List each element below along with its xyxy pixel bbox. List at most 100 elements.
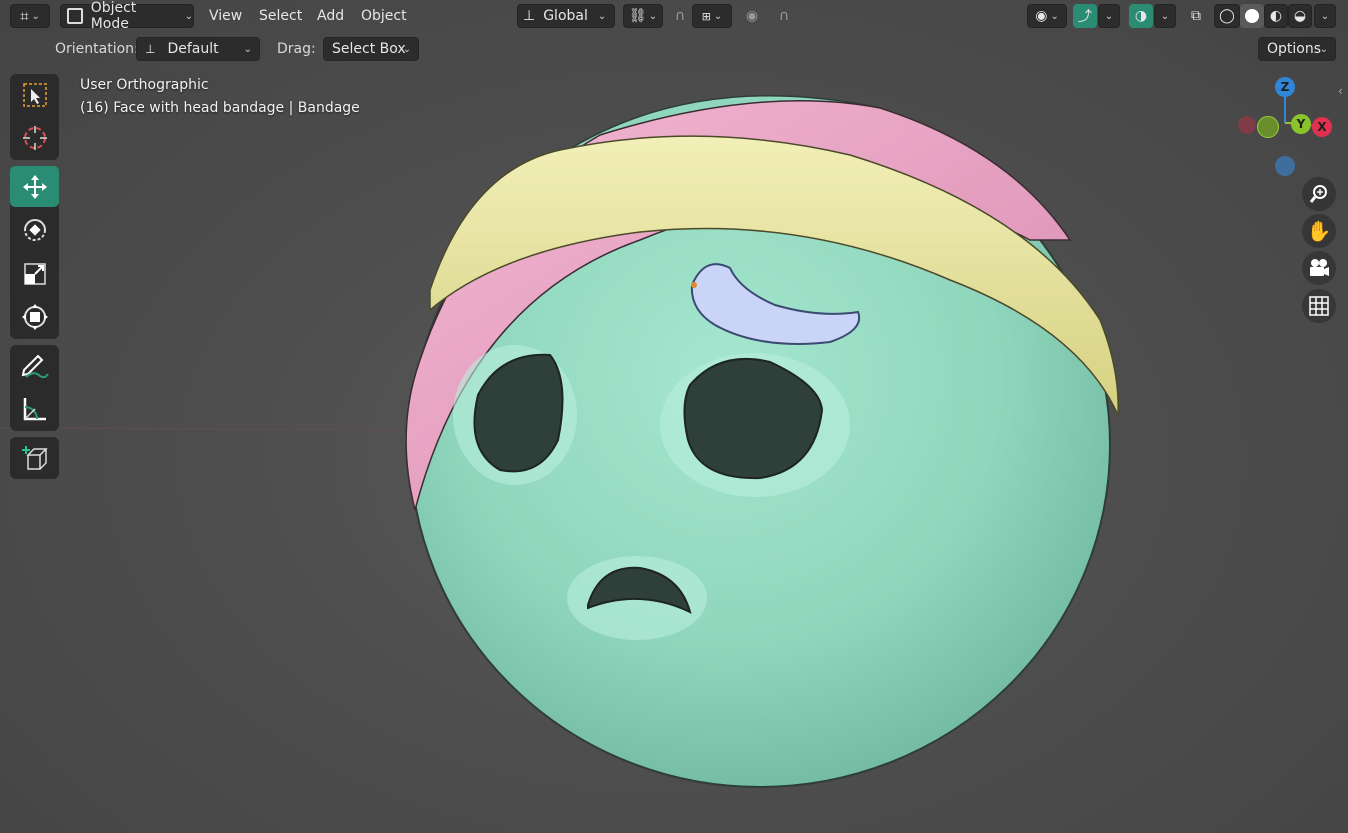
ortho-toggle-button[interactable]: [1302, 289, 1336, 323]
view-name-text: User Orthographic: [80, 77, 209, 93]
select-box-tool[interactable]: [10, 74, 59, 115]
gizmo-x-dot[interactable]: X: [1312, 117, 1332, 137]
select-box-tool-icon: [22, 82, 47, 107]
solid-sphere-icon: [1245, 9, 1259, 23]
orientation-label: Global: [543, 8, 588, 24]
chevron-down-icon: ⌄: [1319, 43, 1328, 55]
editor-type-button[interactable]: ⌗ ⌄: [10, 4, 50, 28]
rotate-tool-icon: [23, 218, 46, 241]
transform-tool[interactable]: [10, 296, 59, 337]
add-cube-tool-icon: [21, 445, 48, 470]
menu-view[interactable]: View: [209, 4, 242, 28]
gizmo-y-label: Y: [1296, 117, 1306, 131]
falloff-dropdown[interactable]: ∩: [766, 4, 802, 28]
chevron-down-icon: ⌄: [1104, 10, 1114, 22]
drag-setting-label: Drag:: [277, 41, 316, 57]
chevron-down-icon: ⌄: [31, 10, 40, 22]
pivot-point-dropdown[interactable]: ⛓ ⌄: [623, 4, 663, 28]
camera-icon: [1310, 259, 1329, 276]
zoom-view-button[interactable]: [1302, 177, 1336, 211]
mode-label: Object Mode: [90, 0, 137, 32]
chevron-down-icon: ⌄: [184, 10, 193, 22]
gizmo-neg-x-dot[interactable]: [1238, 116, 1256, 134]
gizmo-neg-z-dot[interactable]: [1275, 156, 1295, 176]
shading-dropdown[interactable]: ⌄: [1314, 4, 1336, 28]
rotate-tool[interactable]: [10, 209, 59, 250]
xray-icon: ⧉: [1191, 8, 1201, 24]
overlays-dropdown[interactable]: ⌄: [1154, 4, 1176, 28]
shading-rendered-button[interactable]: ◒: [1288, 4, 1312, 28]
viewport-render: [0, 95, 1119, 788]
scale-tool[interactable]: [10, 253, 59, 294]
menu-select[interactable]: Select: [259, 4, 302, 28]
gizmo-z-dot[interactable]: Z: [1275, 77, 1295, 97]
transform-tool-icon: [21, 303, 48, 330]
object-mode-icon: [67, 8, 83, 24]
measure-tool[interactable]: [10, 388, 59, 429]
gizmo-z-label: Z: [1280, 80, 1290, 94]
chevron-down-icon: ⌄: [402, 43, 411, 55]
toolbar-select-group: [10, 74, 59, 160]
active-object-info: (16) Face with head bandage | Bandage: [80, 100, 360, 116]
overlays-toggle[interactable]: ◑: [1129, 4, 1153, 28]
gizmo-toggle[interactable]: ⤴: [1073, 4, 1097, 28]
overlays-icon: ◑: [1134, 8, 1148, 24]
shading-material-button[interactable]: ◐: [1264, 4, 1288, 28]
toolbar-annotate-group: [10, 345, 59, 431]
cursor-tool-icon: [22, 125, 47, 150]
chevron-down-icon: ⌄: [713, 10, 723, 22]
transform-orientation-dropdown[interactable]: ⊥ Global ⌄: [517, 4, 615, 28]
menu-add[interactable]: Add: [317, 4, 344, 28]
scale-tool-icon: [23, 262, 46, 285]
annotate-tool[interactable]: [10, 345, 59, 386]
move-tool[interactable]: [10, 166, 59, 207]
snap-increment-icon: ⊞: [701, 9, 711, 23]
magnet-icon: ∩: [674, 8, 686, 24]
sidebar-toggle-arrow-icon[interactable]: ‹: [1338, 84, 1343, 98]
pan-view-button[interactable]: ✋: [1302, 214, 1336, 248]
zoom-magnifier-icon: [1309, 185, 1327, 203]
chevron-down-icon: ⌄: [1160, 10, 1170, 22]
gizmo-neg-y-dot[interactable]: [1257, 116, 1279, 138]
grid-icon: [1309, 296, 1329, 316]
cursor-tool[interactable]: [10, 117, 59, 158]
gizmo-x-label: X: [1317, 120, 1327, 134]
camera-view-button[interactable]: [1302, 251, 1336, 285]
visibility-dropdown[interactable]: ◉ ⌄: [1027, 4, 1067, 28]
add-cube-tool[interactable]: [10, 437, 59, 478]
rendered-sphere-icon: ◒: [1293, 8, 1307, 24]
gizmo-dropdown[interactable]: ⌄: [1098, 4, 1120, 28]
mode-dropdown[interactable]: Object Mode ⌄: [60, 0, 194, 32]
orientation-axes-icon: ⊥: [145, 42, 156, 56]
editor-type-icon: ⌗: [20, 7, 29, 25]
snap-target-dropdown[interactable]: ⊞ ⌄: [692, 4, 732, 28]
eye-icon: ◉: [1035, 8, 1048, 24]
falloff-curve-icon: ∩: [778, 8, 790, 24]
shading-solid-button[interactable]: [1240, 4, 1264, 28]
hand-icon: ✋: [1306, 219, 1332, 243]
wireframe-sphere-icon: ◯: [1219, 8, 1235, 24]
shading-wireframe-button[interactable]: ◯: [1214, 4, 1240, 28]
menu-object[interactable]: Object: [361, 4, 407, 28]
options-dropdown[interactable]: Options ⌄: [1258, 37, 1336, 61]
chevron-down-icon: ⌄: [1050, 10, 1059, 22]
orientation-setting-value: Default: [167, 41, 219, 57]
annotate-tool-icon: [21, 354, 49, 378]
drag-setting-value: Select Box: [332, 41, 406, 57]
move-tool-icon: [22, 174, 47, 199]
snap-toggle[interactable]: ∩: [668, 4, 692, 28]
measure-tool-icon: [23, 397, 46, 420]
pivot-link-icon: ⛓: [628, 8, 647, 24]
chevron-down-icon: ⌄: [597, 10, 607, 22]
toolbar-add-group: [10, 437, 59, 479]
proportional-editing-toggle[interactable]: ◉: [740, 4, 764, 28]
xray-toggle[interactable]: ⧉: [1184, 4, 1208, 28]
chevron-down-icon: ⌄: [1320, 10, 1330, 22]
gizmo-y-dot[interactable]: Y: [1291, 114, 1311, 134]
chevron-down-icon: ⌄: [243, 43, 252, 55]
gizmo-icon: ⤴: [1078, 9, 1092, 25]
material-sphere-icon: ◐: [1269, 8, 1283, 24]
orientation-axes-icon: ⊥: [523, 8, 536, 24]
orientation-setting-dropdown[interactable]: ⊥ Default ⌄: [136, 37, 260, 61]
drag-setting-dropdown[interactable]: Select Box ⌄: [323, 37, 419, 61]
